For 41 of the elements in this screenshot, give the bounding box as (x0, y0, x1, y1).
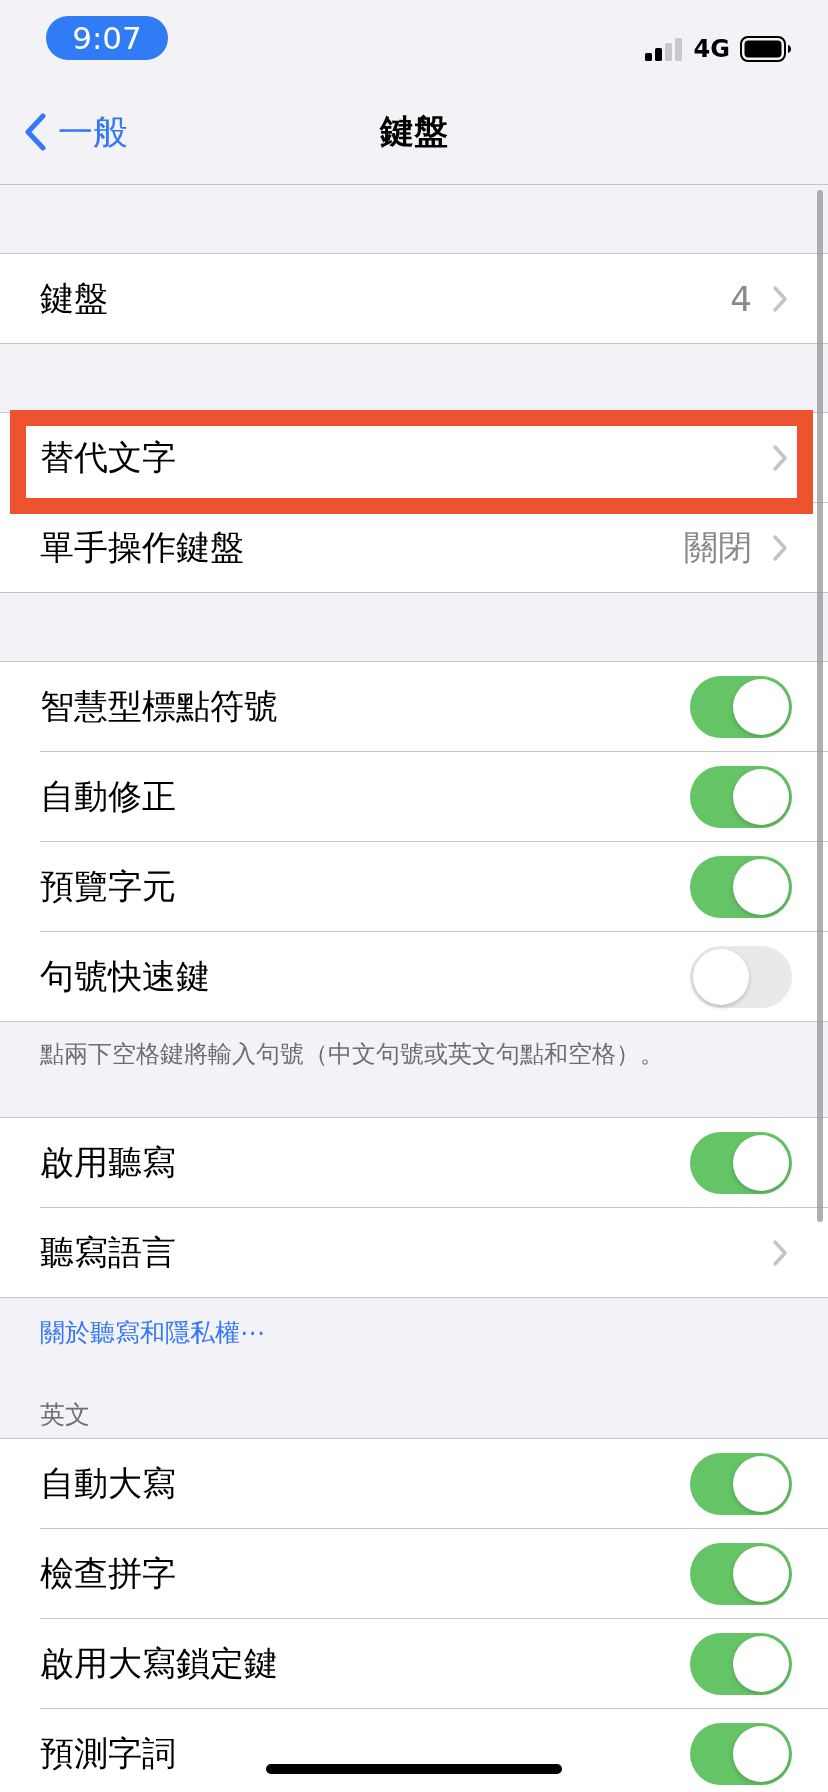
toggle-switch[interactable] (690, 1632, 792, 1695)
screen-title: 鍵盤 (380, 110, 448, 153)
row-label: 自動修正 (40, 774, 176, 818)
clock: 9:07 (46, 16, 168, 60)
chevron-icon (772, 284, 788, 313)
row-value: 關閉 (684, 525, 752, 569)
row-label: 替代文字 (40, 435, 176, 479)
toggle-switch[interactable] (690, 1722, 792, 1785)
row-label: 啟用大寫鎖定鍵 (40, 1641, 278, 1685)
row-value: 4 (730, 278, 752, 319)
footer-note: 點兩下空格鍵將輸入句號（中文句號或英文句點和空格）。 (39, 1039, 665, 1070)
back-chevron-icon (24, 113, 46, 151)
network-label: 4G (693, 35, 730, 63)
battery-icon (740, 36, 792, 62)
back-button[interactable]: 一般 (24, 108, 128, 156)
row-label: 鍵盤 (40, 276, 108, 320)
settings-row[interactable]: 單手操作鍵盤 關閉 (40, 503, 828, 592)
row-label: 檢查拼字 (40, 1551, 176, 1595)
row-label: 單手操作鍵盤 (40, 525, 244, 569)
row-label: 預測字詞 (40, 1731, 176, 1775)
row-label: 啟用聽寫 (40, 1140, 176, 1184)
toggle-switch[interactable] (690, 765, 792, 828)
toggle-switch[interactable] (690, 945, 792, 1008)
toggle-switch[interactable] (690, 855, 792, 918)
row-label: 自動大寫 (40, 1461, 176, 1505)
section-header: 英文 (39, 1399, 91, 1431)
settings-row[interactable]: 聽寫語言 (40, 1208, 828, 1297)
toggle-switch[interactable] (690, 1131, 792, 1194)
settings-row[interactable]: 鍵盤 4 (40, 254, 828, 343)
privacy-link[interactable]: 關於聽寫和隱私權⋯ (0, 1298, 828, 1370)
row-label: 智慧型標點符號 (40, 684, 278, 728)
chevron-icon (772, 533, 788, 562)
toggle-switch[interactable] (690, 1542, 792, 1605)
chevron-icon (772, 1238, 788, 1267)
row-label: 預覽字元 (40, 864, 176, 908)
toggle-switch[interactable] (690, 1452, 792, 1515)
chevron-icon (772, 443, 788, 472)
toggle-switch[interactable] (690, 675, 792, 738)
row-label: 聽寫語言 (40, 1230, 176, 1274)
row-label: 句號快速鍵 (40, 954, 210, 998)
signal-icon (643, 37, 684, 61)
